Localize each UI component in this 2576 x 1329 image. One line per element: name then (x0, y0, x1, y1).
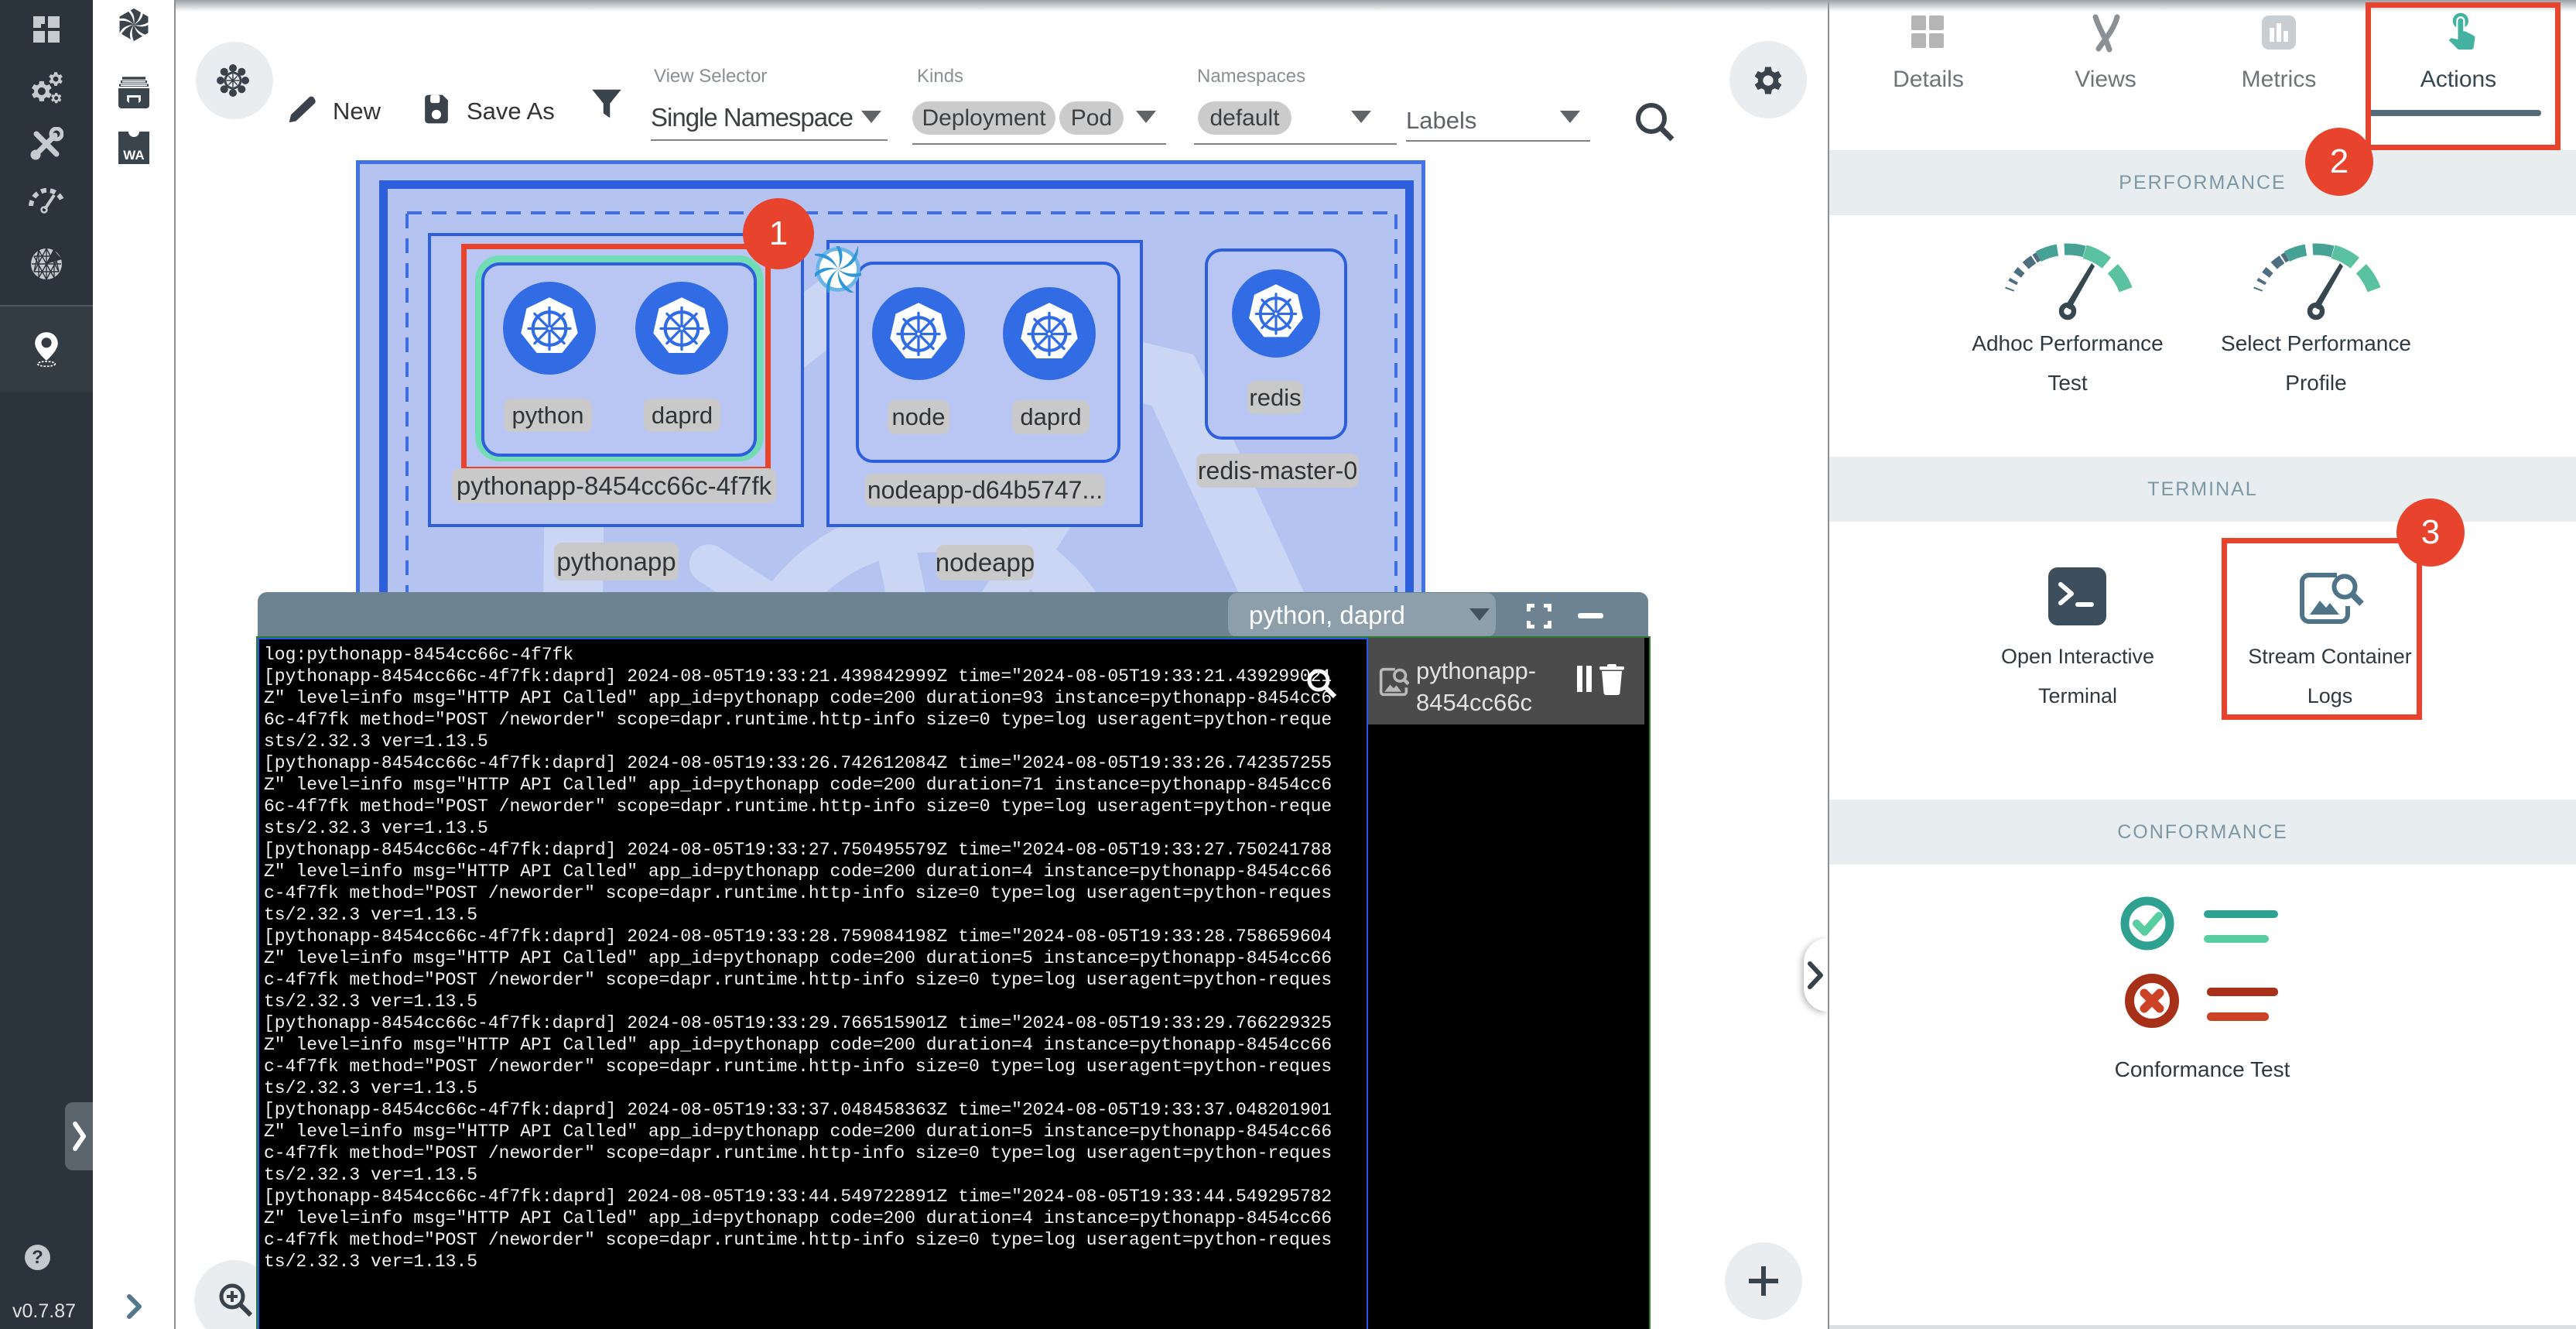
svg-text:WA: WA (123, 148, 144, 163)
